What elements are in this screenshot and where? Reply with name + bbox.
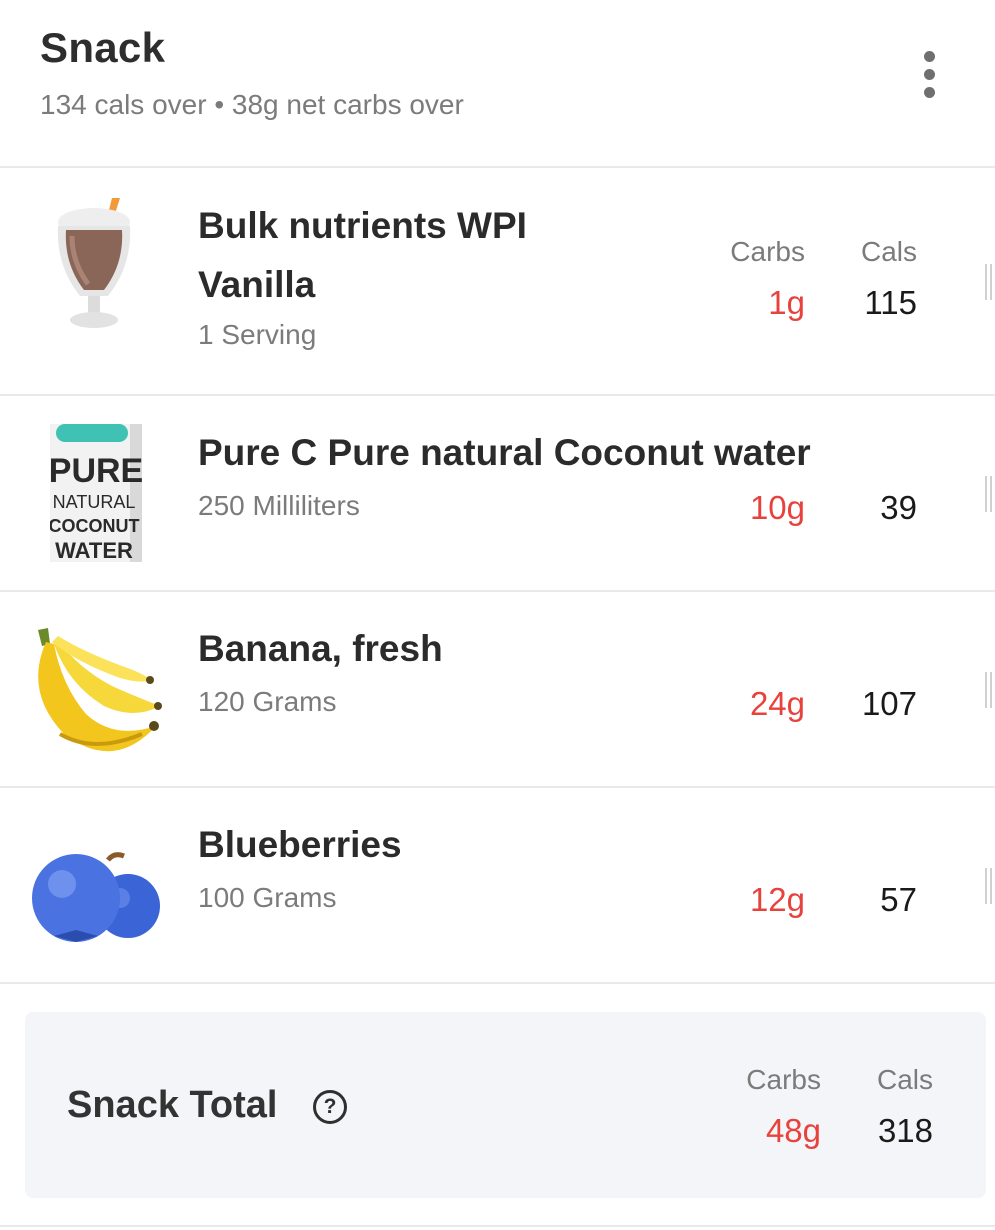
- food-carbs: 10g: [749, 489, 805, 526]
- food-carbs: 1g: [768, 284, 805, 321]
- help-icon[interactable]: ?: [313, 1090, 347, 1124]
- food-quantity: 1 Serving: [198, 319, 317, 350]
- food-name-continued: Vanilla: [198, 264, 316, 305]
- drag-handle-icon[interactable]: [985, 476, 995, 512]
- coconut-water-carton-icon: PURE NATURAL COCONUT WATER: [50, 424, 142, 562]
- food-cals: 57: [880, 881, 917, 918]
- carton-text-natural: NATURAL: [53, 492, 136, 512]
- food-name: Blueberries: [198, 824, 402, 865]
- meal-total-card: Snack Total ? Carbs Cals 48g 318: [25, 1012, 986, 1198]
- meal-summary: 134 cals over • 38g net carbs over: [40, 89, 464, 120]
- food-carbs: 12g: [749, 881, 805, 918]
- total-cals-label: Cals: [876, 1064, 933, 1095]
- food-row[interactable]: Banana, fresh 120 Grams 24g 107: [0, 592, 995, 788]
- blueberries-icon: [32, 852, 160, 942]
- carton-text-water: WATER: [55, 538, 133, 562]
- food-quantity: 120 Grams: [198, 686, 337, 717]
- banana-icon: [38, 628, 162, 752]
- food-row[interactable]: PURE NATURAL COCONUT WATER Pure C Pure n…: [0, 396, 995, 592]
- food-quantity: 100 Grams: [198, 882, 337, 913]
- food-cals: 107: [861, 685, 917, 722]
- total-carbs: 48g: [765, 1112, 821, 1149]
- divider: [0, 1225, 995, 1227]
- food-quantity: 250 Milliliters: [198, 490, 360, 521]
- carbs-column-label: Carbs: [730, 236, 805, 267]
- more-options-icon[interactable]: [906, 44, 952, 104]
- carton-text-pure: PURE: [50, 452, 142, 490]
- cals-column-label: Cals: [860, 236, 917, 267]
- food-name: Pure C Pure natural Coconut water: [198, 432, 811, 473]
- food-cals: 115: [864, 284, 917, 321]
- food-name: Bulk nutrients WPI: [198, 205, 527, 246]
- milkshake-icon: [57, 198, 131, 328]
- food-row[interactable]: Blueberries 100 Grams 12g 57: [0, 788, 995, 984]
- meal-total-label: Snack Total: [67, 1084, 278, 1126]
- drag-handle-icon[interactable]: [985, 672, 995, 708]
- total-carbs-label: Carbs: [746, 1064, 821, 1095]
- total-cals: 318: [877, 1112, 933, 1149]
- carton-text-coconut: COCONUT: [50, 516, 140, 536]
- food-carbs: 24g: [749, 685, 805, 722]
- food-cals: 39: [880, 489, 917, 526]
- meal-title: Snack: [40, 24, 166, 71]
- drag-handle-icon[interactable]: [985, 264, 995, 300]
- food-name: Banana, fresh: [198, 628, 443, 669]
- drag-handle-icon[interactable]: [985, 868, 995, 904]
- meal-header: Snack 134 cals over • 38g net carbs over: [0, 0, 995, 168]
- food-row[interactable]: Bulk nutrients WPI Vanilla 1 Serving Car…: [0, 170, 995, 396]
